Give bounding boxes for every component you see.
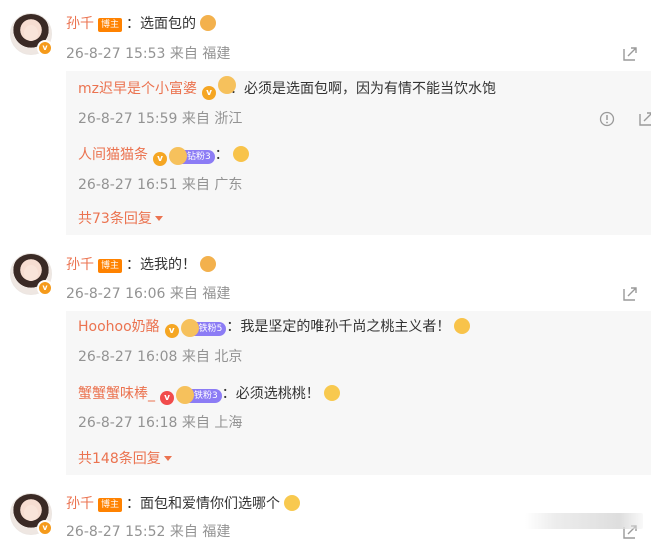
verified-badge-icon: v [37,520,53,536]
reply-meta: 26-8-27 16:08 来自 北京 [78,349,243,365]
more-replies-link[interactable]: 共148条回复 [78,449,172,469]
comment-text: ：选面包的 [126,16,197,32]
avatar[interactable]: v [10,493,53,536]
more-replies-label: 共148条回复 [78,451,161,467]
avatar[interactable]: v [10,253,53,296]
verified-badge-icon: v [37,40,53,56]
reply-author[interactable]: 人间猫猫条 [78,147,148,163]
fan-badge: 铁粉3 [176,386,222,404]
blogger-badge: 博主 [98,18,123,32]
reply-text: ：我是坚定的唯孙千尚之桃主义者！ [226,319,451,335]
reply-box: Hoohoo奶酪 v 铁粉5 ：我是坚定的唯孙千尚之桃主义者！ 26-8-27 16:… [66,311,651,475]
fan-badge-icon [218,76,236,94]
reply-box: mz迟早是个小富婆 v ：必须是选面包啊，因为有情不能当饮水饱 26-8-27 15… [66,71,651,235]
fan-badge: 钻粉3 [169,147,215,165]
author-name[interactable]: 孙千 [66,496,94,512]
vip-icon: v [160,391,174,405]
vip-icon: v [202,86,216,100]
emoji-icon [232,146,249,162]
reply-text: ：必须是选面包啊，因为有情不能当饮水饱 [230,81,496,97]
vip-icon: v [153,152,167,166]
reply-header: 人间猫猫条 v 钻粉3： [78,145,249,166]
author-name[interactable]: 孙千 [66,16,94,32]
reply-meta: 26-8-27 15:59 来自 浙江 [78,111,243,127]
wave-emoji-icon [200,15,217,31]
comment-header: 孙千 博主 ：选面包的 [66,14,217,34]
alert-circle-icon[interactable] [599,111,615,127]
caret-down-icon [154,216,163,221]
fan-badge: 铁粉5 [180,319,227,337]
comment-meta: 26-8-27 15:53 来自 福建 [66,46,231,62]
verified-badge-icon: v [37,280,53,296]
reply-header: mz迟早是个小富婆 v ：必须是选面包啊，因为有情不能当饮水饱 [78,76,496,100]
wave-emoji-icon [200,256,217,272]
reply-author[interactable]: 蟹蟹蟹味棒_ [78,386,155,402]
reply-author[interactable]: Hoohoo奶酪 [78,319,160,335]
watermark [525,513,643,529]
avatar[interactable]: v [10,13,53,56]
blogger-badge: 博主 [98,498,123,512]
comment-header: 孙千 博主 ：选我的！ [66,255,217,275]
share-icon[interactable] [638,111,651,127]
reply-text: ：必须选桃桃！ [221,386,320,402]
vip-icon: v [164,324,179,338]
comment-meta: 26-8-27 15:52 来自 福建 [66,524,231,540]
author-name[interactable]: 孙千 [66,257,94,273]
comment-text: ：面包和爱情你们选哪个 [126,496,281,512]
caret-down-icon [163,456,172,461]
more-replies-link[interactable]: 共73条回复 [78,209,163,229]
more-replies-label: 共73条回复 [78,211,152,227]
reply-header: 蟹蟹蟹味棒_ v 铁粉3 ：必须选桃桃！ [78,384,340,405]
cry-emoji-icon [323,385,340,401]
reply-meta: 26-8-27 16:51 来自 广东 [78,177,243,193]
reply-text: ： [214,147,229,163]
reply-author[interactable]: mz迟早是个小富婆 [78,81,197,97]
comment-thread: v 孙千 博主 ：选面包的 26-8-27 15:53 来自 福建 mz迟早是个小富… [0,0,651,542]
reply-header: Hoohoo奶酪 v 铁粉5 ：我是坚定的唯孙千尚之桃主义者！ [78,317,471,338]
avatar-face [24,25,38,41]
reply-meta: 26-8-27 16:18 来自 上海 [78,415,243,431]
blogger-badge: 博主 [98,259,123,273]
comment-header: 孙千 博主 ：面包和爱情你们选哪个 [66,494,301,514]
emoji-icon [454,318,471,334]
avatar-face [24,505,38,521]
share-icon[interactable] [622,46,638,62]
comment-text: ：选我的！ [126,257,197,273]
comment-meta: 26-8-27 16:06 来自 福建 [66,286,231,302]
share-icon[interactable] [622,286,638,302]
avatar-face [24,265,38,281]
cry-emoji-icon [284,495,301,511]
